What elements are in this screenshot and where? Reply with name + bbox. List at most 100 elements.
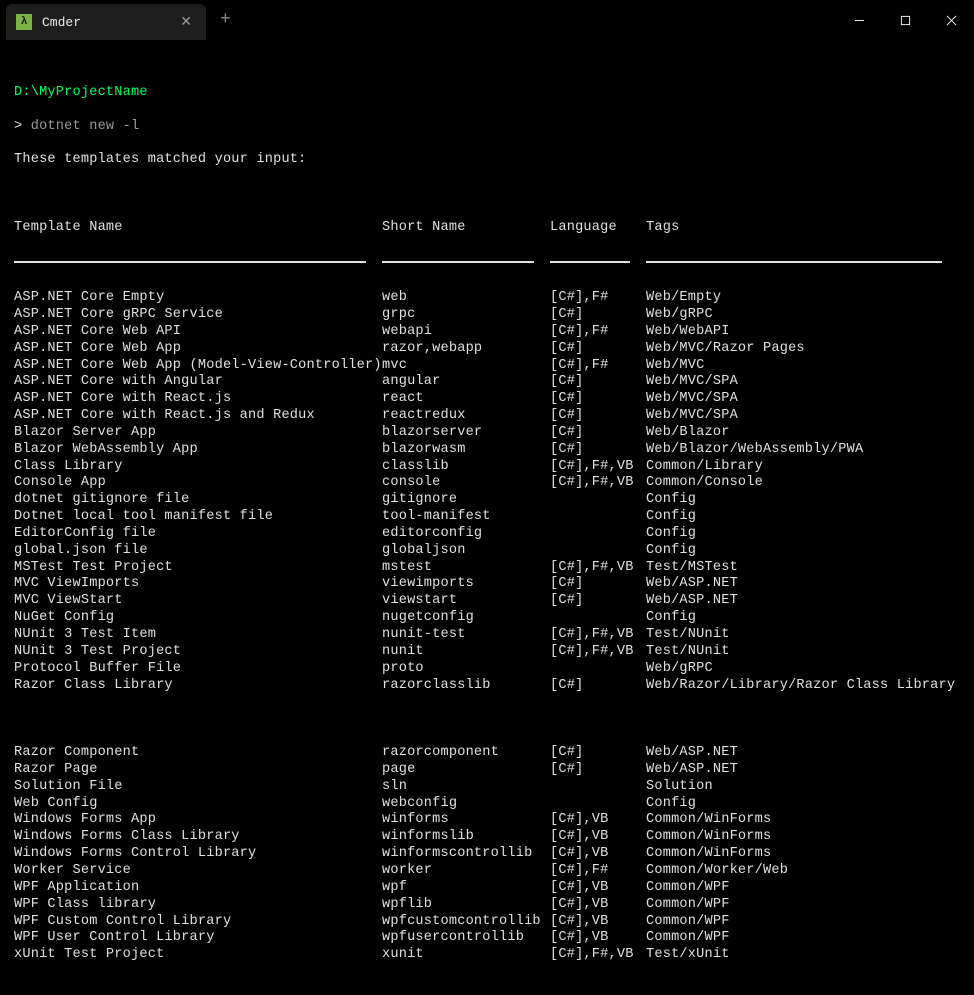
cell-language: [C#],F#,VB [550, 459, 646, 476]
table-row: ASP.NET Core with React.jsreact[C#]Web/M… [14, 391, 960, 408]
tab-title: Cmder [42, 15, 176, 30]
cell-tags: Web/gRPC [646, 307, 960, 324]
cell-language [550, 796, 646, 813]
cell-shortname: mstest [382, 560, 550, 577]
cell-template: Windows Forms App [14, 812, 382, 829]
cell-template: Razor Class Library [14, 678, 382, 695]
cell-shortname: classlib [382, 459, 550, 476]
header-tags: Tags [646, 220, 960, 237]
table-row: Web ConfigwebconfigConfig [14, 796, 960, 813]
cell-shortname: tool-manifest [382, 509, 550, 526]
cell-tags: Web/MVC/SPA [646, 391, 960, 408]
cell-tags: Test/MSTest [646, 560, 960, 577]
cell-language: [C#],F# [550, 324, 646, 341]
cell-tags: Web/MVC/SPA [646, 374, 960, 391]
cell-template: Console App [14, 475, 382, 492]
cell-language [550, 509, 646, 526]
tab-dropdown-icon[interactable] [245, 13, 265, 27]
cell-tags: Web/WebAPI [646, 324, 960, 341]
cell-shortname: blazorwasm [382, 442, 550, 459]
cell-shortname: razorclasslib [382, 678, 550, 695]
cell-shortname: react [382, 391, 550, 408]
table-header: Template Name Short Name Language Tags [14, 220, 960, 237]
cell-template: WPF Application [14, 880, 382, 897]
cell-tags: Config [646, 526, 960, 543]
cell-shortname: razorcomponent [382, 745, 550, 762]
terminal-output[interactable]: D:\MyProjectName > dotnet new -l These t… [0, 40, 974, 995]
cell-shortname: angular [382, 374, 550, 391]
cell-language: [C#],F# [550, 863, 646, 880]
cell-template: ASP.NET Core Web App (Model-View-Control… [14, 358, 382, 375]
cell-template: Dotnet local tool manifest file [14, 509, 382, 526]
table-row: Blazor WebAssembly Appblazorwasm[C#]Web/… [14, 442, 960, 459]
cell-shortname: proto [382, 661, 550, 678]
prompt-path: D:\MyProjectName [14, 85, 148, 100]
cell-tags: Common/WPF [646, 880, 960, 897]
cell-template: Razor Page [14, 762, 382, 779]
cell-language: [C#],F# [550, 358, 646, 375]
cell-template: NUnit 3 Test Project [14, 644, 382, 661]
cell-language: [C#] [550, 576, 646, 593]
cell-shortname: blazorserver [382, 425, 550, 442]
table-row: NUnit 3 Test Projectnunit[C#],F#,VBTest/… [14, 644, 960, 661]
table-row: Razor Pagepage[C#]Web/ASP.NET [14, 762, 960, 779]
cell-shortname: reactredux [382, 408, 550, 425]
maximize-button[interactable] [882, 4, 928, 36]
header-shortname: Short Name [382, 220, 550, 237]
cell-template: MVC ViewStart [14, 593, 382, 610]
close-tab-icon[interactable]: ✕ [176, 14, 196, 31]
tab-cmder[interactable]: λ Cmder ✕ [6, 4, 206, 40]
window-controls [836, 4, 974, 36]
cell-language: [C#] [550, 745, 646, 762]
table-row: MSTest Test Projectmstest[C#],F#,VBTest/… [14, 560, 960, 577]
cell-language [550, 610, 646, 627]
cell-language: [C#] [550, 762, 646, 779]
cell-tags: Test/xUnit [646, 947, 960, 964]
cell-template: Class Library [14, 459, 382, 476]
table-row: Class Libraryclasslib[C#],F#,VBCommon/Li… [14, 459, 960, 476]
cell-tags: Common/WPF [646, 897, 960, 914]
cell-tags: Common/Library [646, 459, 960, 476]
cell-template: ASP.NET Core Web API [14, 324, 382, 341]
cell-template: NuGet Config [14, 610, 382, 627]
cell-tags: Common/WinForms [646, 829, 960, 846]
new-tab-button[interactable]: + [206, 10, 245, 30]
cell-shortname: webconfig [382, 796, 550, 813]
cell-tags: Common/Console [646, 475, 960, 492]
minimize-button[interactable] [836, 4, 882, 36]
table-row: NUnit 3 Test Itemnunit-test[C#],F#,VBTes… [14, 627, 960, 644]
header-rule [14, 253, 960, 270]
cell-language: [C#],F#,VB [550, 644, 646, 661]
close-window-button[interactable] [928, 4, 974, 36]
cell-tags: Web/ASP.NET [646, 593, 960, 610]
cell-tags: Common/Worker/Web [646, 863, 960, 880]
cell-template: Blazor Server App [14, 425, 382, 442]
table-row: Windows Forms Control Librarywinformscon… [14, 846, 960, 863]
intro-text: These templates matched your input: [14, 152, 960, 169]
cell-shortname: wpfusercontrollib [382, 930, 550, 947]
cell-language: [C#],F#,VB [550, 560, 646, 577]
cell-tags: Config [646, 492, 960, 509]
cell-shortname: worker [382, 863, 550, 880]
cell-shortname: wpf [382, 880, 550, 897]
cell-tags: Config [646, 610, 960, 627]
cell-shortname: viewstart [382, 593, 550, 610]
table-row: ASP.NET Core Web Apprazor,webapp[C#]Web/… [14, 341, 960, 358]
table-row: ASP.NET Core Emptyweb[C#],F#Web/Empty [14, 290, 960, 307]
cell-language: [C#] [550, 442, 646, 459]
cell-shortname: nunit [382, 644, 550, 661]
cell-tags: Config [646, 543, 960, 560]
table-row: WPF Applicationwpf[C#],VBCommon/WPF [14, 880, 960, 897]
table-row: EditorConfig fileeditorconfigConfig [14, 526, 960, 543]
cell-shortname: winformscontrollib [382, 846, 550, 863]
cell-shortname: wpfcustomcontrollib [382, 914, 550, 931]
table-row: ASP.NET Core gRPC Servicegrpc[C#]Web/gRP… [14, 307, 960, 324]
prompt-line: D:\MyProjectName [14, 85, 960, 102]
cell-template: ASP.NET Core gRPC Service [14, 307, 382, 324]
prompt-symbol: > [14, 119, 22, 134]
table-row: ASP.NET Core Web App (Model-View-Control… [14, 358, 960, 375]
cell-template: WPF Custom Control Library [14, 914, 382, 931]
cell-template: WPF Class library [14, 897, 382, 914]
cell-tags: Web/MVC/Razor Pages [646, 341, 960, 358]
cell-language: [C#] [550, 408, 646, 425]
